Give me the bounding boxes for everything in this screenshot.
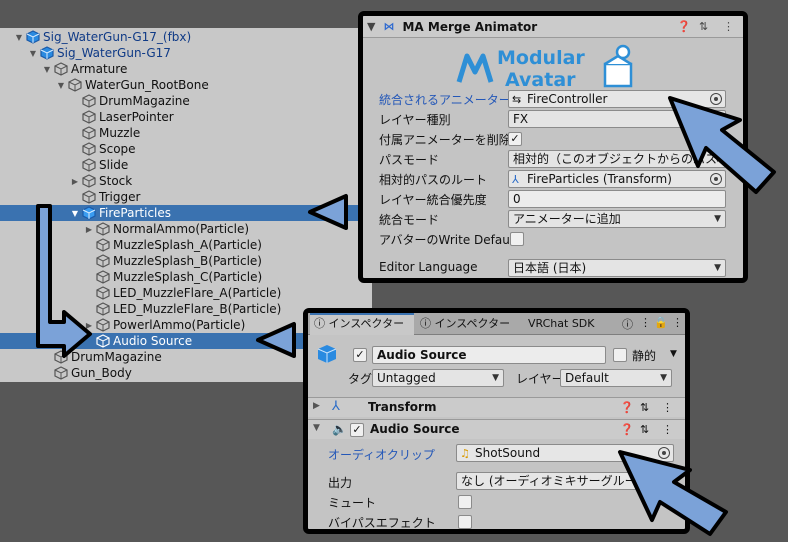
diagonal-arrow-clip <box>618 450 728 536</box>
diagonal-arrow-animator <box>668 96 776 194</box>
bent-arrow-fireparticles-to-audio <box>36 204 92 358</box>
triangle-pointer-fireparticles <box>308 194 348 230</box>
triangle-pointer-audiosource <box>256 322 296 358</box>
pointer-arrow-icon <box>36 96 776 536</box>
